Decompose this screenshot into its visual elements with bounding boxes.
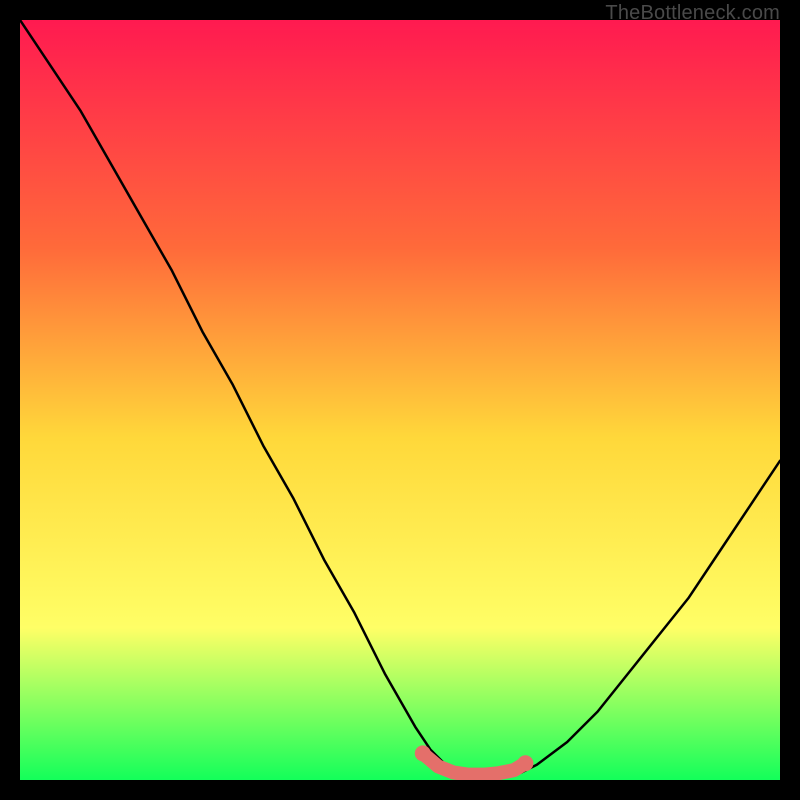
chart-frame: TheBottleneck.com [20, 20, 780, 780]
chart-svg [20, 20, 780, 780]
highlight-end-dot [517, 755, 533, 771]
gradient-background [20, 20, 780, 780]
highlight-start-dot [415, 745, 431, 761]
